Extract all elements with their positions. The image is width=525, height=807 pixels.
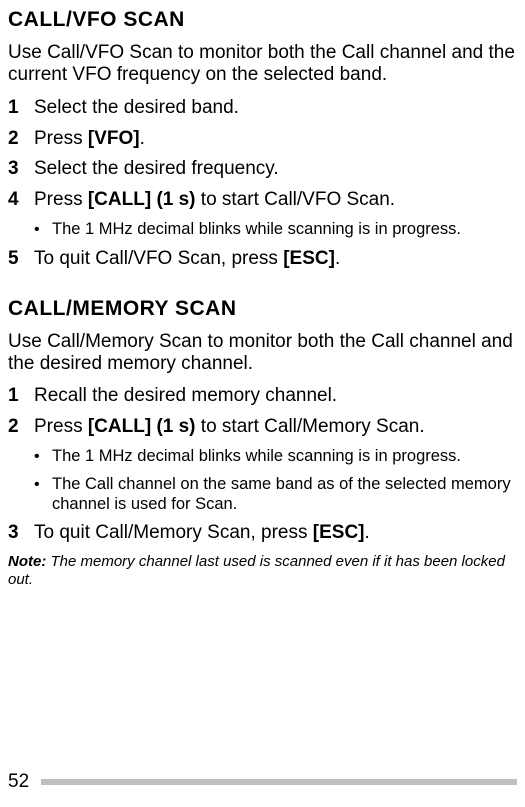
step-text: Press [CALL] (1 s) to start Call/VFO Sca…: [34, 189, 395, 212]
note-label: Note:: [8, 553, 46, 570]
section-intro-call-vfo: Use Call/VFO Scan to monitor both the Ca…: [8, 42, 521, 87]
bullet-text: The 1 MHz decimal blinks while scanning …: [52, 220, 461, 240]
footer-bar: [41, 779, 517, 785]
step-number: 3: [8, 158, 34, 181]
bullet-dot: •: [34, 447, 52, 467]
step-text-post: to start Call/VFO Scan.: [196, 189, 396, 210]
step-row: 5 To quit Call/VFO Scan, press [ESC].: [8, 248, 521, 271]
step-text-post: .: [335, 248, 340, 269]
page-number: 52: [8, 771, 29, 793]
bullet-text: The 1 MHz decimal blinks while scanning …: [52, 447, 461, 467]
bullet-row: • The Call channel on the same band as o…: [34, 475, 521, 515]
step-text: Select the desired frequency.: [34, 158, 279, 181]
step-number: 2: [8, 416, 34, 439]
step-text: Recall the desired memory channel.: [34, 385, 337, 408]
key-label: [ESC]: [313, 522, 365, 543]
step-row: 4 Press [CALL] (1 s) to start Call/VFO S…: [8, 189, 521, 212]
step-row: 3 Select the desired frequency.: [8, 158, 521, 181]
step-number: 1: [8, 97, 34, 120]
step-number: 1: [8, 385, 34, 408]
step-text-pre: To quit Call/VFO Scan, press: [34, 248, 283, 269]
bullet-row: • The 1 MHz decimal blinks while scannin…: [34, 447, 521, 467]
section-title-call-memory-scan: CALL/MEMORY SCAN: [8, 297, 521, 321]
step-row: 2 Press [VFO].: [8, 128, 521, 151]
step-text-post: .: [140, 128, 145, 149]
key-label: [CALL] (1 s): [88, 189, 196, 210]
step-text: Select the desired band.: [34, 97, 239, 120]
page-footer: 52: [8, 771, 517, 793]
step-text-post: to start Call/Memory Scan.: [196, 416, 425, 437]
bullet-row: • The 1 MHz decimal blinks while scannin…: [34, 220, 521, 240]
section-intro-call-memory: Use Call/Memory Scan to monitor both the…: [8, 331, 521, 376]
bullet-text: The Call channel on the same band as of …: [52, 475, 521, 515]
note-body: The memory channel last used is scanned …: [8, 553, 505, 588]
step-text-pre: To quit Call/Memory Scan, press: [34, 522, 313, 543]
step-row: 1 Select the desired band.: [8, 97, 521, 120]
step-number: 2: [8, 128, 34, 151]
key-label: [ESC]: [283, 248, 335, 269]
step-number: 4: [8, 189, 34, 212]
step-text-post: .: [365, 522, 370, 543]
bullet-dot: •: [34, 220, 52, 240]
step-text: Press [VFO].: [34, 128, 145, 151]
bullet-dot: •: [34, 475, 52, 515]
step-text: Press [CALL] (1 s) to start Call/Memory …: [34, 416, 425, 439]
step-row: 3 To quit Call/Memory Scan, press [ESC].: [8, 522, 521, 545]
step-row: 1 Recall the desired memory channel.: [8, 385, 521, 408]
document-page: CALL/VFO SCAN Use Call/VFO Scan to monit…: [0, 0, 525, 807]
step-text: To quit Call/VFO Scan, press [ESC].: [34, 248, 340, 271]
note: Note: The memory channel last used is sc…: [8, 553, 521, 589]
step-number: 5: [8, 248, 34, 271]
step-text-pre: Press: [34, 128, 88, 149]
key-label: [VFO]: [88, 128, 140, 149]
section-title-call-vfo-scan: CALL/VFO SCAN: [8, 8, 521, 32]
step-text-pre: Press: [34, 189, 88, 210]
key-label: [CALL] (1 s): [88, 416, 196, 437]
step-text: To quit Call/Memory Scan, press [ESC].: [34, 522, 370, 545]
step-number: 3: [8, 522, 34, 545]
step-row: 2 Press [CALL] (1 s) to start Call/Memor…: [8, 416, 521, 439]
step-text-pre: Press: [34, 416, 88, 437]
